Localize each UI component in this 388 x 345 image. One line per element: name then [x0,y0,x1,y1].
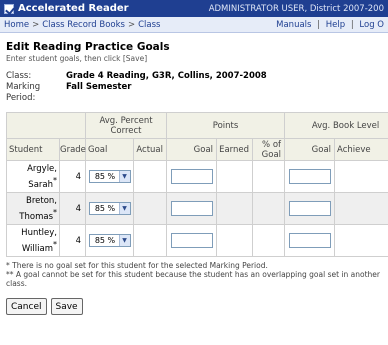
breadcrumb-class-record-books[interactable]: Class Record Books [42,20,125,30]
breadcrumb: Home > Class Record Books > Class Manual… [0,17,388,33]
points-goal-cell [166,192,218,225]
cancel-button[interactable]: Cancel [6,298,47,315]
pct-of-goal-cell [252,160,286,193]
points-goal-cell [166,160,218,193]
student-name: Breton, Thomas* [6,192,60,225]
app-titlebar: Accelerated Reader ADMINISTRATOR USER, D… [0,0,388,17]
table-row: Huntley, William* 4 85 % ▼ [6,224,388,257]
footnotes: * There is no goal set for this student … [6,261,382,288]
student-grade: 4 [59,224,86,257]
log-out-link[interactable]: Log O [359,20,384,30]
actual-cell [132,224,168,257]
actual-column-header: Actual [132,138,168,161]
goal-cell: 85 % ▼ [85,224,134,257]
avg-percent-correct-header: Avg. Percent Correct [84,112,168,139]
goal-column-header: Goal [85,138,134,161]
table-row: Argyle, Sarah* 4 85 % ▼ [6,160,388,193]
student-name: Argyle, Sarah* [6,160,60,193]
help-link[interactable]: Help [326,20,345,30]
breadcrumb-separator: > [127,19,136,30]
student-name: Huntley, William* [6,224,60,257]
link-separator: | [350,19,354,30]
page-title: Edit Reading Practice Goals [6,41,170,53]
user-info: ADMINISTRATOR USER, District 2007-200 [208,3,384,14]
marking-period-value: Fall Semester [66,82,132,92]
utility-links: Manuals | Help | Log O [276,20,384,30]
percent-goal-select[interactable]: 85 % ▼ [88,234,131,247]
book-level-goal-column-header: Goal [284,138,336,161]
blank-header [6,112,86,139]
achieved-cell [334,224,388,257]
earned-cell [216,160,254,193]
book-level-goal-input[interactable] [288,201,331,216]
link-separator: | [317,19,321,30]
goal-cell: 85 % ▼ [85,160,134,193]
book-level-goal-input[interactable] [288,169,331,184]
book-level-goal-cell [284,224,336,257]
book-level-goal-cell [284,192,336,225]
breadcrumb-home[interactable]: Home [4,20,29,30]
goal-cell: 85 % ▼ [85,192,134,225]
goals-table: Avg. Percent Correct Points Avg. Book Le… [6,112,388,257]
achieved-cell [334,160,388,193]
achieved-column-header: Achieve [334,138,388,161]
marking-period-label: Marking Period: [6,82,41,103]
book-level-goal-cell [284,160,336,193]
points-header: Points [166,112,286,139]
grade-column-header: Grade [59,138,86,161]
accelerated-reader-logo-icon [4,3,14,14]
save-button[interactable]: Save [50,298,83,315]
pct-of-goal-cell [252,224,286,257]
points-goal-column-header: Goal [166,138,218,161]
pct-of-goal-cell [252,192,286,225]
chevron-down-icon: ▼ [118,235,130,246]
manuals-link[interactable]: Manuals [276,20,311,30]
student-column-header: Student [6,138,60,161]
instructions: Enter student goals, then click [Save] [6,54,148,63]
breadcrumb-separator: > [32,19,40,30]
earned-cell [216,192,254,225]
pct-of-goal-column-header: % of Goal [252,138,286,161]
percent-goal-select[interactable]: 85 % ▼ [88,170,131,183]
percent-goal-select[interactable]: 85 % ▼ [88,202,131,215]
class-label: Class: [6,71,32,81]
points-goal-input[interactable] [170,201,213,216]
points-goal-input[interactable] [170,233,213,248]
class-value: Grade 4 Reading, G3R, Collins, 2007-2008 [66,71,267,81]
table-row: Breton, Thomas* 4 85 % ▼ [6,192,388,225]
footnote-no-goal: * There is no goal set for this student … [6,261,268,270]
actual-cell [132,192,168,225]
app-name: Accelerated Reader [18,3,129,14]
points-goal-cell [166,224,218,257]
student-grade: 4 [59,192,86,225]
marking-period-info: Marking Period: Fall Semester [6,82,382,104]
footnote-overlapping-goal: ** A goal cannot be set for this student… [6,270,380,288]
actual-cell [132,160,168,193]
chevron-down-icon: ▼ [118,171,130,182]
class-info: Class: Grade 4 Reading, G3R, Collins, 20… [6,71,382,82]
earned-cell [216,224,254,257]
breadcrumb-class[interactable]: Class [138,20,160,30]
book-level-goal-input[interactable] [288,233,331,248]
main-content: Edit Reading Practice Goals Enter studen… [0,33,388,315]
earned-column-header: Earned [216,138,254,161]
student-grade: 4 [59,160,86,193]
achieved-cell [334,192,388,225]
points-goal-input[interactable] [170,169,213,184]
form-actions: Cancel Save [6,298,382,315]
chevron-down-icon: ▼ [118,203,130,214]
avg-book-level-header: Avg. Book Level [284,112,388,139]
